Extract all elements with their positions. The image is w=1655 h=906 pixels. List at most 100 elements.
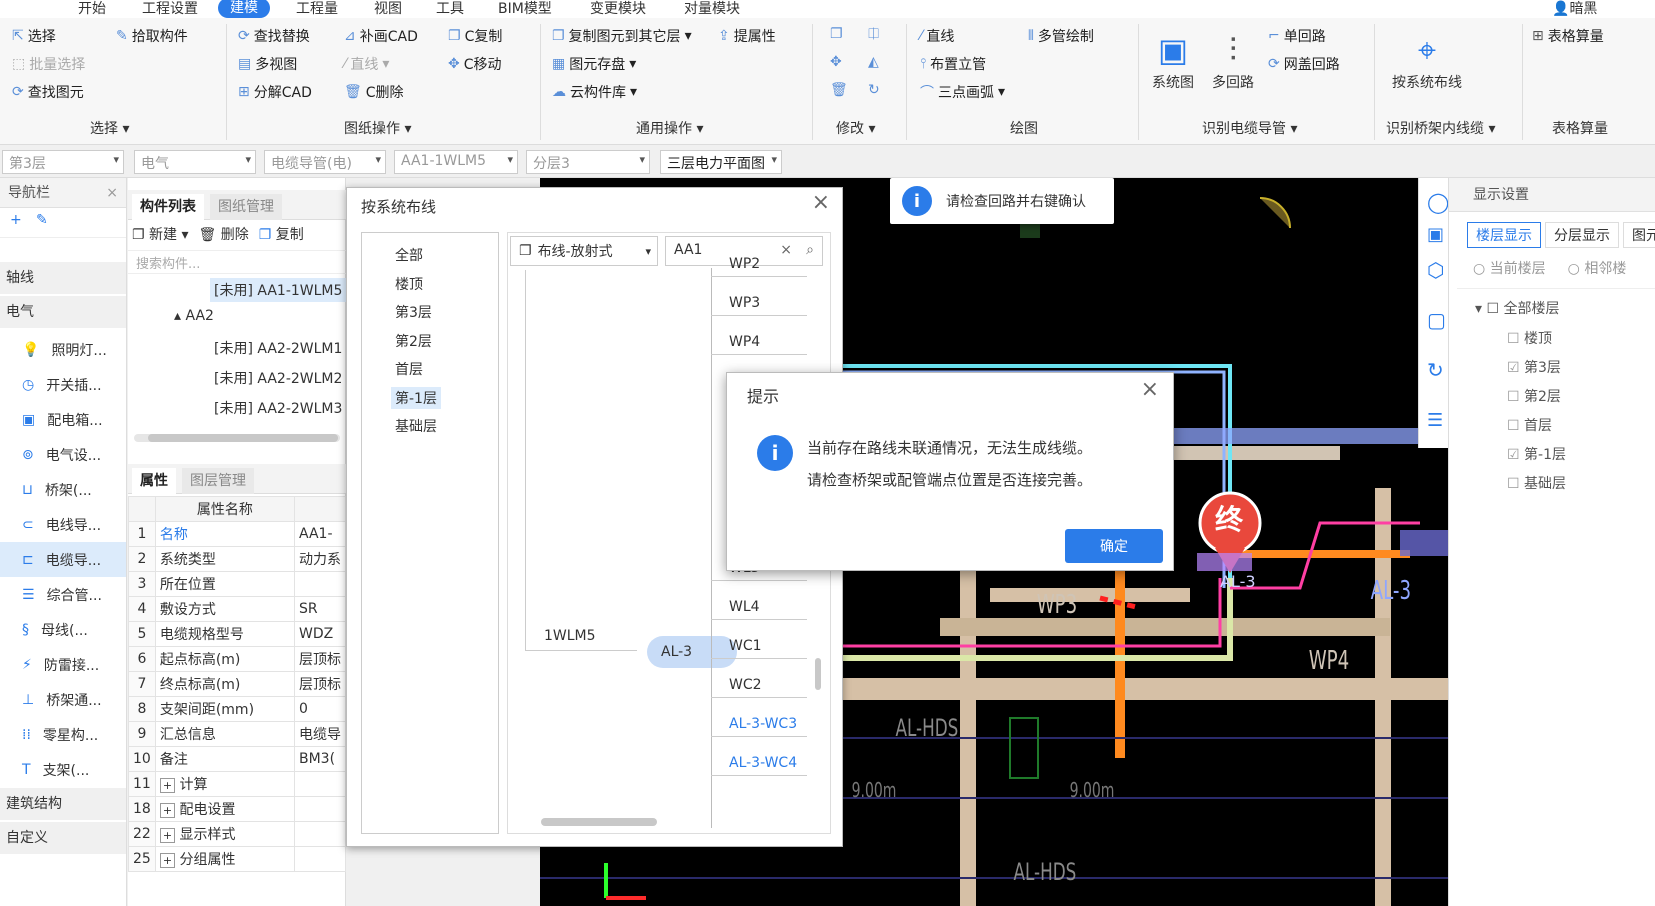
tab-floor-display[interactable]: 楼层显示 [1467, 222, 1541, 248]
extract-attr-button[interactable]: ⇪ 提属性 [718, 26, 776, 46]
circuit-item[interactable]: WL4 [729, 599, 760, 615]
tree-group-aa2[interactable]: ▴ AA2 [174, 308, 214, 324]
drawing-select[interactable]: 三层电力平面图 [660, 150, 782, 174]
list-view-icon[interactable]: ☰ [1427, 410, 1443, 431]
group-drawing[interactable]: 图纸操作 ▾ [344, 118, 411, 138]
group-modify[interactable]: 修改 ▾ [836, 118, 875, 138]
type-select[interactable]: 电缆导管(电) [264, 150, 386, 174]
cloud-lib-button[interactable]: ☁ 云构件库 ▾ [552, 82, 637, 102]
tree-item-aa2-2wlm1[interactable]: [未用] AA2-2WLM1 [214, 338, 342, 358]
search-component-input[interactable]: 搜索构件... [128, 250, 346, 274]
draw-line-button[interactable]: ⁄ 直线 [920, 26, 954, 46]
group-identify[interactable]: 识别电缆导管 ▾ [1202, 118, 1297, 138]
nav-item-wire-conduit[interactable]: ⊂ 电线导... [0, 507, 126, 542]
floor-checkbox[interactable]: ☑ 第-1层 [1507, 444, 1566, 464]
property-row[interactable]: 9 汇总信息 电缆导 [128, 721, 346, 747]
circuit-item[interactable]: WP2 [729, 256, 760, 272]
multi-pipe-button[interactable]: ⫴ 多管绘制 [1028, 26, 1094, 46]
select-button[interactable]: ⇱ 选择 [12, 26, 56, 46]
property-row[interactable]: 25 + 分组属性 [128, 846, 346, 872]
level-item[interactable]: 第2层 [391, 330, 436, 352]
property-row[interactable]: 2 系统类型 动力系 [128, 546, 346, 572]
layer-select[interactable]: 分层3 [526, 150, 650, 174]
menu-view[interactable]: 视图 [374, 0, 402, 18]
copy-button[interactable]: ❐ 复制 [259, 224, 304, 244]
nav-item-device[interactable]: ⊚ 电气设... [0, 437, 126, 472]
search-icon[interactable]: ⌕ [806, 242, 814, 258]
group-general[interactable]: 通用操作 ▾ [636, 118, 703, 138]
new-button[interactable]: ❐ 新建 ▾ [132, 224, 189, 244]
hint-dialog-close-button[interactable]: × [1141, 377, 1159, 402]
group-tray[interactable]: 识别桥架内线缆 ▾ [1386, 118, 1495, 138]
line-disabled-button[interactable]: ⁄ 直线 ▾ [344, 54, 389, 74]
floor-checkbox[interactable]: ☐ 楼顶 [1507, 328, 1552, 348]
riser-button[interactable]: ⫯ 布置立管 [920, 54, 986, 74]
property-value[interactable]: BM3( [294, 746, 346, 772]
floor-checkbox[interactable]: ☑ 第3层 [1507, 357, 1561, 377]
level-item[interactable]: 基础层 [391, 415, 441, 437]
radio-adjacent-floor[interactable]: ○ 相邻楼 [1568, 258, 1627, 278]
orbit-icon[interactable]: ◯ [1427, 190, 1449, 214]
level-item[interactable]: 全部 [391, 244, 427, 266]
expand-icon[interactable]: + [159, 803, 176, 818]
circuit-item[interactable]: WC2 [729, 677, 762, 693]
circuit-scrollbar[interactable] [815, 658, 821, 690]
system-diagram-button[interactable]: ▣ 系统图 [1152, 28, 1194, 92]
all-floors-checkbox[interactable]: ▾ ☐ 全部楼层 [1475, 298, 1559, 318]
expand-icon[interactable]: + [159, 828, 176, 843]
nav-item-misc[interactable]: ⁞⁞ 零星构... [0, 717, 126, 752]
property-value[interactable] [294, 571, 346, 597]
property-row[interactable]: 22 + 显示样式 [128, 821, 346, 847]
circuit-item[interactable]: AL-3-WC4 [729, 755, 797, 771]
ok-button[interactable]: 确定 [1065, 529, 1163, 563]
single-circuit-button[interactable]: ⌐ 单回路 [1268, 26, 1326, 46]
explode-cad-button[interactable]: ⊞ 分解CAD [238, 82, 312, 102]
property-value[interactable]: 电缆导 [294, 721, 346, 747]
nav-item-busbar[interactable]: § 母线(... [0, 612, 126, 647]
menu-start[interactable]: 开始 [78, 0, 106, 18]
circuit-item[interactable]: WC1 [729, 638, 762, 654]
tab-layer-manage[interactable]: 图层管理 [182, 468, 254, 494]
nav-item-tray[interactable]: ⊔ 桥架(... [0, 472, 126, 507]
property-value[interactable]: 层顶标 [294, 646, 346, 672]
copy-to-layer-button[interactable]: ❐ 复制图元到其它层 ▾ [552, 26, 692, 46]
nav-item-combined[interactable]: ☰ 综合管... [0, 577, 126, 612]
route-node-1wlm5[interactable]: 1WLM5 [544, 628, 596, 644]
property-row[interactable]: 6 起点标高(m) 层顶标 [128, 646, 346, 672]
property-row[interactable]: 4 敷设方式 SR [128, 596, 346, 622]
property-value[interactable] [294, 796, 346, 822]
floor-select[interactable]: 第3层 [2, 150, 124, 174]
menu-project-settings[interactable]: 工程设置 [142, 0, 198, 18]
close-icon[interactable]: × [106, 178, 118, 208]
tree-item-aa2-2wlm3[interactable]: [未用] AA2-2WLM3 [214, 398, 342, 418]
storage-button[interactable]: ▦ 图元存盘 ▾ [552, 54, 636, 74]
modify-flip-icon[interactable]: ◭ [868, 54, 879, 70]
circuit-item[interactable]: WP3 [729, 295, 760, 311]
c-move-button[interactable]: ✥ C移动 [448, 54, 502, 74]
expand-icon[interactable]: + [159, 853, 176, 868]
box-circuit-button[interactable]: ⟳ 网盖回路 [1268, 54, 1340, 74]
nav-category-structure[interactable]: 建筑结构 [0, 788, 126, 820]
level-item[interactable]: 首层 [391, 358, 427, 380]
route-by-system-button[interactable]: ⌖ 按系统布线 [1392, 28, 1462, 92]
nav-item-switch[interactable]: ◷ 开关插... [0, 367, 126, 402]
property-value[interactable]: SR [294, 596, 346, 622]
property-row[interactable]: 18 + 配电设置 [128, 796, 346, 822]
add-icon[interactable]: + [10, 212, 22, 228]
tab-drawing-manage[interactable]: 图纸管理 [210, 194, 282, 220]
patch-cad-button[interactable]: ⊿ 补画CAD [344, 26, 418, 46]
arc-button[interactable]: ⌒ 三点画弧 ▾ [920, 82, 1005, 102]
user-label[interactable]: 👤暗黑 [1552, 0, 1597, 18]
property-value[interactable] [294, 771, 346, 797]
modify-delete-icon[interactable]: 🗑 [830, 82, 848, 98]
property-value[interactable]: 动力系 [294, 546, 346, 572]
floor-checkbox[interactable]: ☐ 首层 [1507, 415, 1552, 435]
nav-item-bracket[interactable]: T 支架(... [0, 752, 126, 787]
property-value[interactable]: 0 [294, 696, 346, 722]
property-value[interactable]: AA1- [294, 521, 346, 547]
group-select[interactable]: 选择 ▾ [90, 118, 129, 138]
menu-modeling[interactable]: 建模 [218, 0, 270, 18]
expand-icon[interactable]: + [159, 778, 176, 793]
discipline-select[interactable]: 电气 [134, 150, 256, 174]
edit-icon[interactable]: ✎ [36, 212, 48, 228]
